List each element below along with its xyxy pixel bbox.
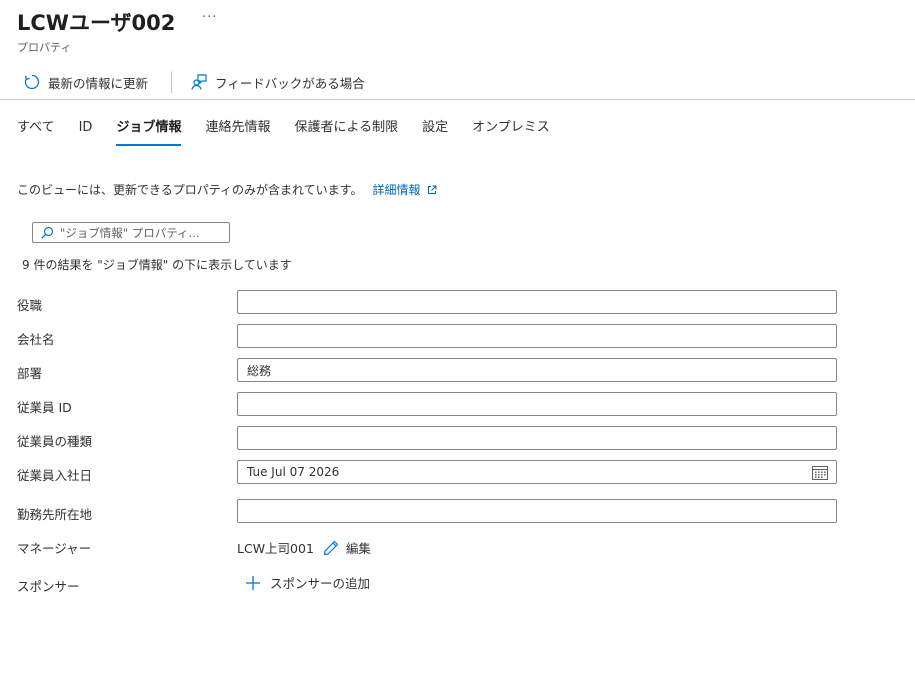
feedback-icon	[190, 73, 215, 91]
tab-id[interactable]: ID	[79, 117, 93, 147]
department-field[interactable]	[237, 358, 837, 382]
command-bar-divider	[0, 99, 915, 100]
external-link-icon	[421, 185, 437, 195]
add-sponsor-button[interactable]: スポンサーの追加	[245, 573, 370, 592]
employee-id-label: 従業員 ID	[17, 400, 72, 415]
tab-on-premises[interactable]: オンプレミス	[472, 117, 550, 147]
department-input[interactable]	[238, 359, 836, 381]
office-location-field[interactable]	[237, 499, 837, 523]
page-subtitle: プロパティ	[17, 41, 72, 54]
department-label: 部署	[17, 366, 43, 381]
command-separator	[171, 71, 172, 93]
company-field[interactable]	[237, 324, 837, 348]
employee-type-label: 従業員の種類	[17, 434, 93, 449]
job-title-input[interactable]	[238, 291, 836, 313]
learn-more-label: 詳細情報	[372, 183, 421, 197]
hire-date-field[interactable]	[237, 460, 837, 484]
manager-name: LCW上司001	[237, 541, 314, 556]
plus-icon	[245, 575, 270, 591]
manager-label: マネージャー	[17, 541, 92, 556]
company-input[interactable]	[238, 325, 836, 347]
tab-all[interactable]: すべて	[17, 117, 55, 147]
tab-parental-controls[interactable]: 保護者による制限	[294, 117, 398, 147]
job-title-field[interactable]	[237, 290, 837, 314]
refresh-icon	[23, 73, 48, 91]
page-title: LCWユーザ002	[17, 11, 176, 35]
search-icon	[41, 226, 54, 239]
employee-id-field[interactable]	[237, 392, 837, 416]
property-search-input[interactable]	[60, 225, 220, 240]
office-location-label: 勤務先所在地	[17, 507, 93, 522]
employee-id-input[interactable]	[238, 393, 836, 415]
tab-job-info[interactable]: ジョブ情報	[116, 117, 182, 147]
feedback-label: フィードバックがある場合	[215, 75, 365, 91]
calendar-icon[interactable]	[812, 465, 828, 480]
hire-date-label: 従業員入社日	[17, 468, 93, 483]
result-count: 9 件の結果を "ジョブ情報" の下に表示しています	[22, 258, 292, 272]
office-location-input[interactable]	[238, 500, 836, 522]
edit-manager-button[interactable]: 編集	[322, 538, 371, 557]
info-message: このビューには、更新できるプロパティのみが含まれています。 詳細情報	[17, 181, 437, 198]
tab-bar: すべて ID ジョブ情報 連絡先情報 保護者による制限 設定 オンプレミス	[17, 117, 574, 147]
info-text: このビューには、更新できるプロパティのみが含まれています。	[17, 183, 363, 197]
learn-more-link[interactable]: 詳細情報	[372, 181, 436, 198]
hire-date-input[interactable]	[238, 461, 836, 483]
company-label: 会社名	[17, 332, 55, 347]
manager-value-group: LCW上司001 編集	[237, 538, 371, 557]
refresh-button[interactable]: 最新の情報に更新	[23, 70, 148, 94]
refresh-label: 最新の情報に更新	[48, 75, 149, 91]
edit-manager-label: 編集	[345, 541, 371, 556]
employee-type-input[interactable]	[238, 427, 836, 449]
job-title-label: 役職	[17, 298, 43, 313]
feedback-button[interactable]: フィードバックがある場合	[190, 70, 365, 94]
add-sponsor-label: スポンサーの追加	[270, 576, 371, 591]
employee-type-field[interactable]	[237, 426, 837, 450]
more-options-button[interactable]: ···	[202, 10, 217, 25]
tab-settings[interactable]: 設定	[422, 117, 448, 147]
sponsor-label: スポンサー	[17, 579, 80, 594]
tab-contact-info[interactable]: 連絡先情報	[205, 117, 270, 147]
pencil-icon	[322, 539, 346, 557]
property-search-box[interactable]	[32, 222, 230, 243]
